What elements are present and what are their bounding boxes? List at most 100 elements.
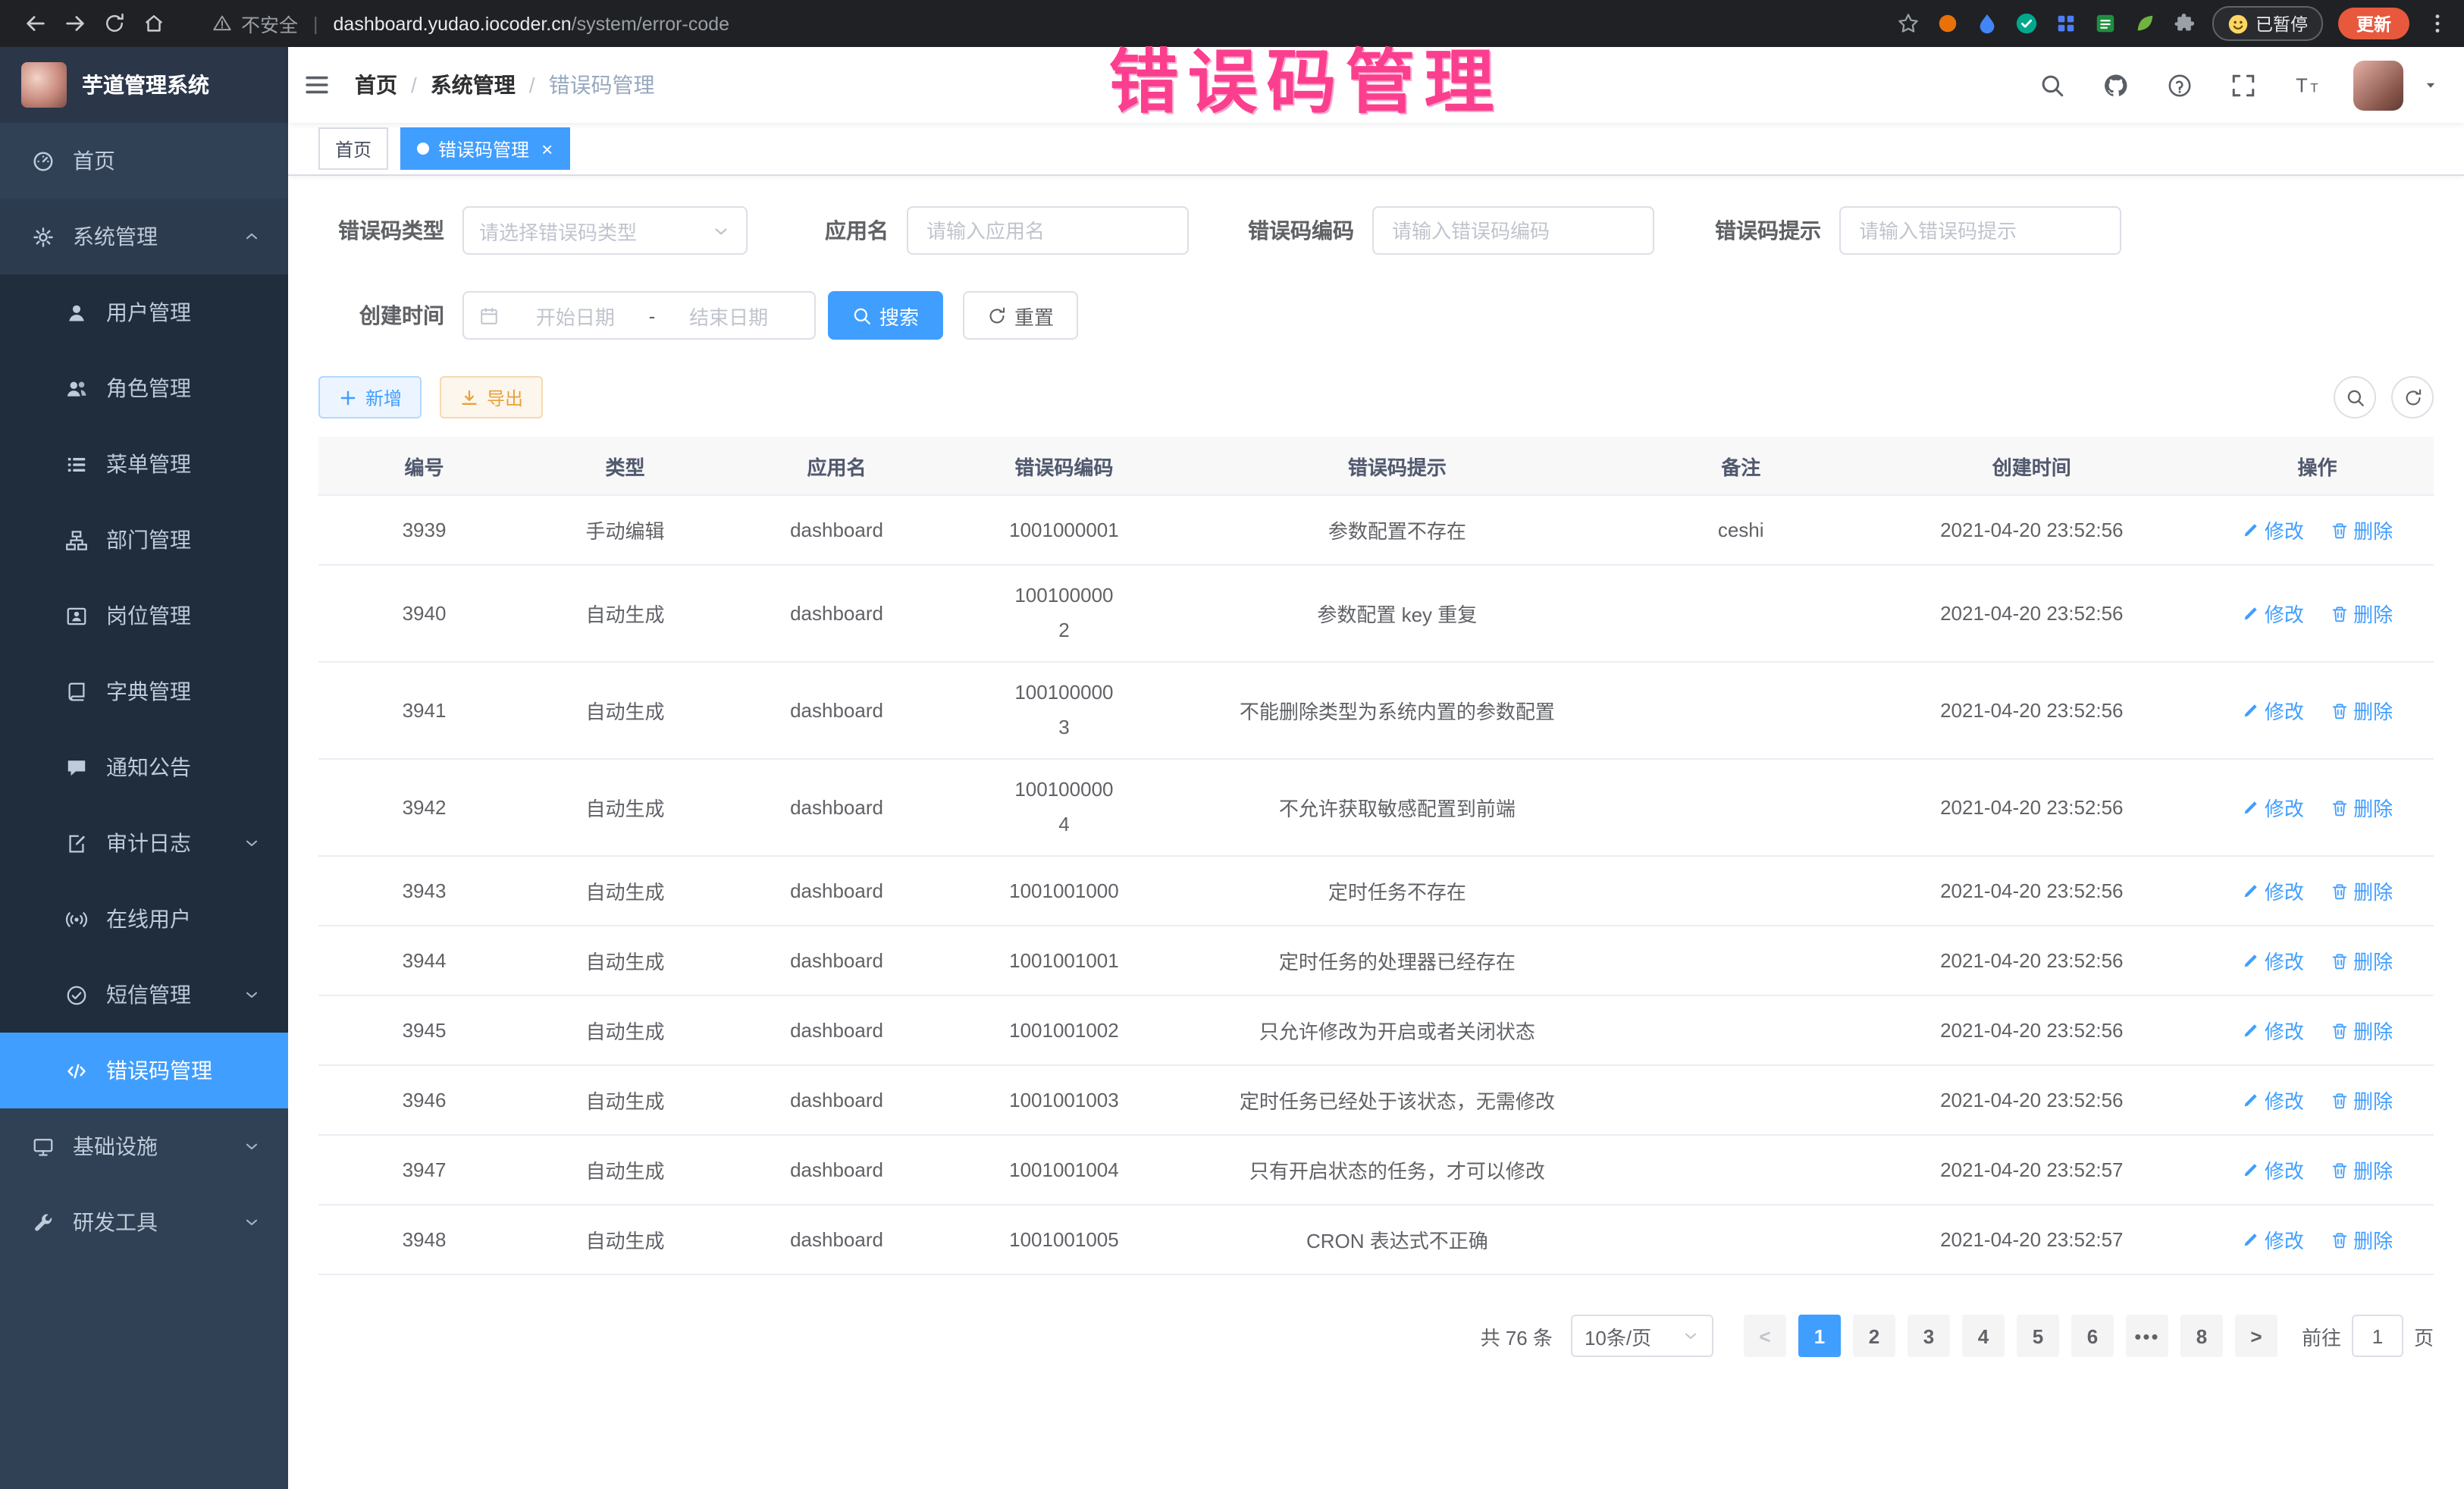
edit-button[interactable]: 修改 — [2242, 793, 2304, 822]
page-button-8[interactable]: 8 — [2180, 1315, 2223, 1357]
font-size-icon[interactable]: TT — [2290, 68, 2323, 102]
avatar-caret-down-icon[interactable] — [2422, 76, 2440, 94]
sidebar-item-menu[interactable]: 菜单管理 — [0, 426, 288, 502]
site-security-indicator[interactable]: 不安全 — [212, 9, 298, 38]
sidebar-item-role[interactable]: 角色管理 — [0, 350, 288, 426]
edit-button[interactable]: 修改 — [2242, 1155, 2304, 1184]
sidebar-item-dict[interactable]: 字典管理 — [0, 654, 288, 729]
sidebar-item-user[interactable]: 用户管理 — [0, 274, 288, 350]
edit-button[interactable]: 修改 — [2242, 696, 2304, 725]
breadcrumb-system[interactable]: 系统管理 — [431, 70, 516, 100]
user-avatar[interactable] — [2353, 60, 2403, 110]
page-more-button[interactable]: ••• — [2126, 1315, 2168, 1357]
page-size-select[interactable]: 10条/页 — [1571, 1315, 1713, 1357]
delete-button[interactable]: 删除 — [2331, 793, 2393, 822]
address-bar[interactable]: dashboard.yudao.iocoder.cn/system/error-… — [334, 13, 730, 34]
browser-menu-dots-icon[interactable] — [2425, 11, 2449, 36]
delete-button[interactable]: 删除 — [2331, 1086, 2393, 1114]
edit-button[interactable]: 修改 — [2242, 599, 2304, 628]
dict-icon — [64, 679, 88, 704]
goto-label: 前往 — [2302, 1321, 2341, 1350]
extension-grid-icon[interactable] — [2054, 11, 2078, 36]
github-icon[interactable] — [2099, 68, 2132, 102]
browser-update-button[interactable]: 更新 — [2338, 8, 2409, 39]
browser-forward-icon[interactable] — [55, 4, 94, 43]
export-button[interactable]: 导出 — [440, 376, 543, 418]
search-button[interactable]: 搜索 — [828, 291, 943, 340]
table-row: 3943 自动生成 dashboard 1001001000 定时任务不存在 2… — [318, 856, 2434, 926]
page-button-4[interactable]: 4 — [1962, 1315, 2005, 1357]
delete-button[interactable]: 删除 — [2331, 599, 2393, 628]
edit-button[interactable]: 修改 — [2242, 516, 2304, 544]
extension-check-icon[interactable] — [2014, 11, 2039, 36]
page-button-6[interactable]: 6 — [2071, 1315, 2114, 1357]
browser-back-icon[interactable] — [15, 4, 55, 43]
edit-button[interactable]: 修改 — [2242, 1016, 2304, 1045]
error-hint-label: 错误码提示 — [1694, 215, 1839, 246]
fullscreen-icon[interactable] — [2226, 68, 2259, 102]
hamburger-icon[interactable] — [288, 47, 346, 123]
edit-button[interactable]: 修改 — [2242, 1225, 2304, 1254]
breadcrumb-current: 错误码管理 — [549, 70, 655, 100]
add-button[interactable]: 新增 — [318, 376, 422, 418]
extensions-puzzle-icon[interactable] — [2172, 11, 2196, 36]
sidebar-item-error-code[interactable]: 错误码管理 — [0, 1033, 288, 1108]
delete-button[interactable]: 删除 — [2331, 946, 2393, 975]
error-hint-input[interactable] — [1839, 206, 2121, 255]
extension-orange-icon[interactable] — [1936, 11, 1960, 36]
cell-app: dashboard — [720, 926, 953, 995]
goto-page-input[interactable] — [2352, 1315, 2403, 1357]
delete-button[interactable]: 删除 — [2331, 516, 2393, 544]
tab-error-code[interactable]: 错误码管理 × — [400, 127, 569, 170]
edit-button[interactable]: 修改 — [2242, 876, 2304, 905]
sidebar-item-post[interactable]: 岗位管理 — [0, 578, 288, 654]
delete-button[interactable]: 删除 — [2331, 1225, 2393, 1254]
bookmark-star-icon[interactable] — [1896, 11, 1920, 36]
error-code-input[interactable] — [1372, 206, 1654, 255]
extension-leaf-icon[interactable] — [2133, 11, 2157, 36]
edit-button[interactable]: 修改 — [2242, 1086, 2304, 1114]
page-button-3[interactable]: 3 — [1908, 1315, 1950, 1357]
date-range-picker[interactable]: 开始日期 - 结束日期 — [462, 291, 816, 340]
tab-home[interactable]: 首页 — [318, 127, 388, 170]
sidebar-item-dev-tool[interactable]: 研发工具 — [0, 1184, 288, 1260]
browser-home-icon[interactable] — [133, 4, 173, 43]
delete-button[interactable]: 删除 — [2331, 1016, 2393, 1045]
sidebar-item-audit-log[interactable]: 审计日志 — [0, 805, 288, 881]
sidebar-item-notice[interactable]: 通知公告 — [0, 729, 288, 805]
app-logo[interactable]: 芋道管理系统 — [0, 47, 288, 123]
page-button-2[interactable]: 2 — [1853, 1315, 1895, 1357]
delete-icon — [2331, 1091, 2349, 1109]
sidebar-item-system[interactable]: 系统管理 — [0, 199, 288, 274]
sidebar-item-dept[interactable]: 部门管理 — [0, 502, 288, 578]
refresh-table-button[interactable] — [2391, 376, 2434, 418]
sidebar-item-sms[interactable]: 短信管理 — [0, 957, 288, 1033]
profile-paused-button[interactable]: 已暂停 — [2212, 6, 2323, 41]
extension-banner-icon[interactable] — [2093, 11, 2118, 36]
toggle-search-button[interactable] — [2334, 376, 2376, 418]
export-button-label: 导出 — [487, 384, 523, 410]
prev-page-button[interactable]: < — [1744, 1315, 1786, 1357]
close-icon[interactable]: × — [541, 139, 553, 158]
app-name-input[interactable] — [907, 206, 1189, 255]
page-button-5[interactable]: 5 — [2017, 1315, 2059, 1357]
cell-code: 1001001002 — [953, 995, 1175, 1065]
help-icon[interactable] — [2162, 68, 2196, 102]
delete-icon — [2331, 882, 2349, 900]
delete-button[interactable]: 删除 — [2331, 696, 2393, 725]
sidebar-item-home[interactable]: 首页 — [0, 123, 288, 199]
extension-drop-icon[interactable] — [1975, 11, 1999, 36]
browser-reload-icon[interactable] — [94, 4, 133, 43]
error-type-select[interactable]: 请选择错误码类型 — [462, 206, 748, 255]
chevron-down-icon — [243, 1137, 261, 1155]
sidebar-item-online-user[interactable]: 在线用户 — [0, 881, 288, 957]
search-icon[interactable] — [2035, 68, 2068, 102]
delete-button[interactable]: 删除 — [2331, 1155, 2393, 1184]
page-button-1[interactable]: 1 — [1798, 1315, 1841, 1357]
delete-button[interactable]: 删除 — [2331, 876, 2393, 905]
breadcrumb-home[interactable]: 首页 — [355, 70, 397, 100]
reset-button[interactable]: 重置 — [963, 291, 1078, 340]
sidebar-item-infra[interactable]: 基础设施 — [0, 1108, 288, 1184]
next-page-button[interactable]: > — [2235, 1315, 2277, 1357]
edit-button[interactable]: 修改 — [2242, 946, 2304, 975]
